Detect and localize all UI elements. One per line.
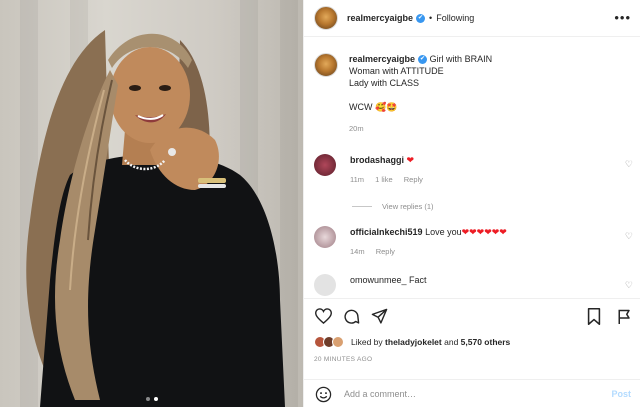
photo-figure: [26, 30, 285, 407]
verified-badge-icon: ✔: [418, 55, 428, 65]
comment-age[interactable]: 11m: [350, 175, 364, 184]
caption-age[interactable]: 20m: [349, 123, 492, 135]
likes-prefix: Liked by: [351, 337, 383, 347]
comment-text: ❤: [406, 155, 415, 165]
caption-author-avatar[interactable]: [314, 53, 338, 77]
comment-text: Love you: [425, 227, 462, 237]
comment-input[interactable]: [344, 389, 594, 399]
liker-avatars: [314, 336, 344, 348]
post-timestamp[interactable]: 20 MINUTES AGO: [314, 356, 372, 363]
action-icons-right: [585, 307, 633, 325]
comment-like-heart-icon[interactable]: ♡: [625, 159, 633, 170]
comments-list: realmercyaigbe ✔ Girl with BRAIN Woman wi…: [304, 37, 640, 298]
action-icons-left: [314, 307, 388, 325]
smile-icon[interactable]: [314, 385, 332, 403]
post-caption: realmercyaigbe ✔ Girl with BRAIN Woman wi…: [314, 53, 492, 135]
more-options-icon[interactable]: •••: [614, 10, 631, 25]
post-modal: realmercyaigbe ✔ • Following ••• realmer…: [0, 0, 640, 407]
share-icon[interactable]: [370, 307, 388, 325]
likes-summary: Liked by theladyjokelet and 5,570 others: [314, 336, 510, 348]
comment-username[interactable]: omowunmee_: [350, 275, 407, 285]
comment-username[interactable]: officialnkechi519: [350, 227, 423, 237]
post-side-panel: realmercyaigbe ✔ • Following ••• realmer…: [303, 0, 640, 407]
heart-icon[interactable]: [314, 307, 332, 325]
report-icon[interactable]: [615, 307, 633, 325]
comment-likes[interactable]: 1 like: [375, 175, 393, 184]
comment-meta: 11m 1 like Reply: [350, 174, 432, 186]
view-replies-line: [352, 206, 372, 207]
reply-button[interactable]: Reply: [376, 247, 395, 256]
likes-count[interactable]: 5,570 others: [461, 337, 511, 347]
header-separator: •: [429, 13, 433, 23]
view-replies-label[interactable]: View replies (1): [382, 202, 434, 211]
verified-badge-icon: ✔: [416, 13, 426, 23]
caption-text: realmercyaigbe ✔ Girl with BRAIN Woman wi…: [349, 53, 492, 135]
carousel-dot[interactable]: [145, 397, 150, 401]
caption-line3: Lady with CLASS: [349, 78, 420, 88]
post-photo[interactable]: [0, 0, 303, 407]
add-comment-bar: Post: [304, 379, 640, 408]
comment-text: Fact: [409, 275, 427, 285]
comment-meta: 14m Reply: [350, 246, 507, 258]
following-button[interactable]: Following: [436, 13, 474, 23]
commenter-avatar[interactable]: [314, 154, 336, 176]
likes-suffix: and: [444, 337, 459, 347]
post-header: realmercyaigbe ✔ • Following •••: [304, 0, 640, 37]
carousel-dot-active[interactable]: [153, 397, 158, 401]
bookmark-icon[interactable]: [585, 307, 603, 325]
comment-icon[interactable]: [342, 307, 360, 325]
commenter-avatar[interactable]: [314, 226, 336, 248]
likes-user[interactable]: theladyjokelet: [385, 337, 442, 347]
comment-body: brodashaggi ❤ 11m 1 like Reply: [350, 154, 432, 186]
commenter-avatar[interactable]: [314, 274, 336, 296]
comment-body: omowunmee_ Fact: [350, 274, 427, 296]
caption-username[interactable]: realmercyaigbe: [349, 54, 415, 64]
comment-item: brodashaggi ❤ 11m 1 like Reply: [314, 154, 634, 186]
comment-body: officialnkechi519 Love you❤❤❤❤❤❤ 14m Rep…: [350, 226, 507, 258]
comment-like-heart-icon[interactable]: ♡: [625, 280, 633, 291]
author-username[interactable]: realmercyaigbe: [347, 13, 413, 23]
comment-hearts: ❤❤❤❤❤❤: [461, 227, 507, 237]
liker-avatar[interactable]: [332, 336, 344, 348]
caption-line1: Girl with BRAIN: [429, 54, 493, 64]
comment-item: omowunmee_ Fact: [314, 274, 634, 296]
caption-line2: Woman with ATTITUDE: [349, 66, 444, 76]
caption-line4: WCW 🥰🤩: [349, 102, 398, 112]
comment-item: officialnkechi519 Love you❤❤❤❤❤❤ 14m Rep…: [314, 226, 634, 258]
reply-button[interactable]: Reply: [404, 175, 423, 184]
comment-like-heart-icon[interactable]: ♡: [625, 231, 633, 242]
comment-username[interactable]: brodashaggi: [350, 155, 404, 165]
comment-age[interactable]: 14m: [350, 247, 365, 256]
view-replies-button[interactable]: View replies (1): [352, 202, 434, 211]
post-actions: Liked by theladyjokelet and 5,570 others…: [304, 298, 640, 407]
carousel-dots: [0, 397, 303, 401]
post-comment-button[interactable]: Post: [611, 389, 631, 399]
author-avatar[interactable]: [314, 6, 338, 30]
